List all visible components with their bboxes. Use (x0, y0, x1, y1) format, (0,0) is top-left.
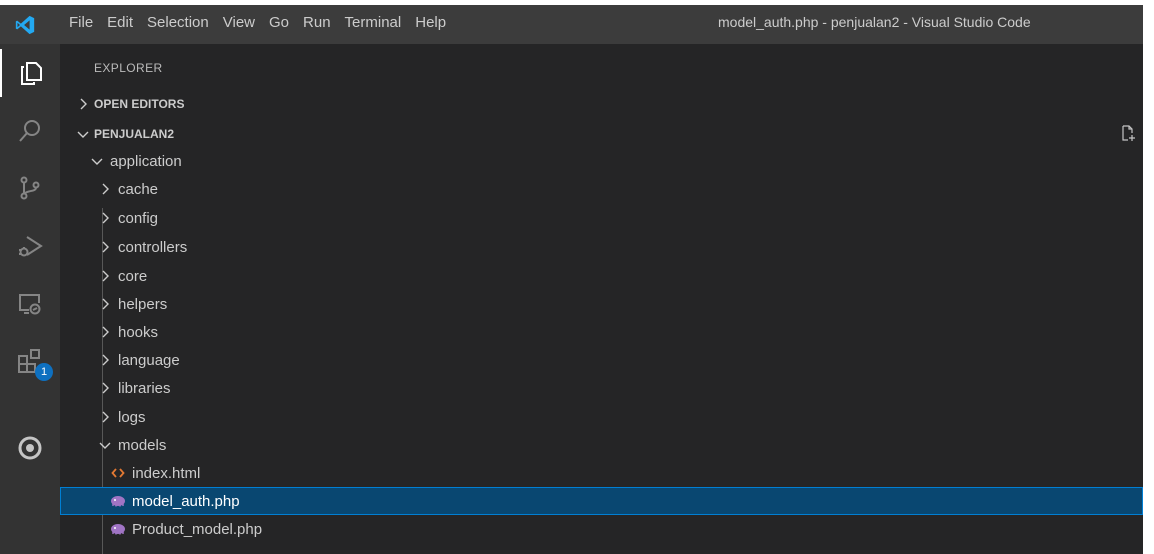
chevron-down-icon (77, 131, 89, 138)
section-project-label: PENJUALAN2 (94, 127, 175, 141)
extensions-badge: 1 (35, 363, 53, 381)
tree-item-label: cache (118, 180, 159, 198)
activity-extensions[interactable]: 1 (0, 337, 60, 385)
remote-explorer-icon (19, 294, 41, 315)
chevron-down-icon (91, 158, 103, 165)
new-file-icon[interactable] (1119, 124, 1137, 142)
activity-bar: 1 (0, 44, 60, 554)
tree-item-label: logs (118, 408, 146, 426)
tree-file-product-model-php[interactable]: Product_model.php (60, 515, 1143, 543)
tree-item-label: Product_model.php (132, 520, 263, 538)
chevron-right-icon (102, 183, 109, 195)
tree-folder-controllers[interactable]: controllers (60, 233, 1143, 261)
files-icon (21, 62, 42, 85)
activity-source-control[interactable] (0, 164, 60, 212)
chevron-down-icon (99, 442, 111, 449)
php-file-icon (110, 495, 126, 507)
tree-item-label: libraries (118, 379, 171, 397)
tree-item-label: language (118, 351, 180, 369)
tree-item-label: models (118, 436, 167, 454)
tree-folder-logs[interactable]: logs (60, 403, 1143, 431)
chevron-right-icon (102, 212, 109, 224)
activity-remote-explorer[interactable] (0, 280, 60, 328)
tree-folder-cache[interactable]: cache (60, 175, 1143, 203)
chevron-right-icon (102, 326, 109, 338)
tree-item-label: helpers (118, 295, 168, 313)
tree-item-label: controllers (118, 238, 188, 256)
activity-search[interactable] (0, 107, 60, 155)
menu-bar: File Edit Selection View Go Run Terminal… (62, 11, 453, 34)
tree-folder-libraries[interactable]: libraries (60, 374, 1143, 402)
tree-item-label: hooks (118, 323, 159, 341)
menu-view[interactable]: View (216, 11, 262, 34)
chevron-right-icon (102, 298, 109, 310)
chevron-right-icon (102, 354, 109, 366)
chevron-right-icon (102, 241, 109, 253)
activity-explorer[interactable] (0, 49, 60, 97)
chevron-right-icon (80, 98, 87, 110)
activity-run-debug[interactable] (0, 222, 60, 270)
tree-item-label: index.html (132, 464, 201, 482)
menu-selection[interactable]: Selection (140, 11, 216, 34)
target-icon (18, 436, 42, 460)
menu-terminal[interactable]: Terminal (338, 11, 409, 34)
section-open-editors[interactable]: OPEN EDITORS (60, 92, 1143, 116)
tree-folder-helpers[interactable]: helpers (60, 290, 1143, 318)
php-file-icon (110, 523, 126, 535)
tree-file-model-auth-php[interactable]: model_auth.php (60, 487, 1143, 515)
chevron-right-icon (102, 382, 109, 394)
run-debug-icon (19, 236, 43, 257)
search-icon (19, 120, 40, 142)
menu-help[interactable]: Help (408, 11, 453, 34)
section-open-editors-label: OPEN EDITORS (94, 97, 185, 111)
tree-folder-core[interactable]: core (60, 262, 1143, 290)
html-file-icon (110, 467, 126, 479)
title-bar: File Edit Selection View Go Run Terminal… (0, 0, 1143, 44)
tree-folder-application[interactable]: application (60, 147, 1143, 175)
chevron-right-icon (102, 411, 109, 423)
tree-item-label: core (118, 267, 148, 285)
tree-file-index-html[interactable]: index.html (60, 459, 1143, 487)
window-title: model_auth.php - penjualan2 - Visual Stu… (718, 14, 1031, 30)
source-control-icon (20, 176, 40, 200)
menu-edit[interactable]: Edit (100, 11, 140, 34)
title-bar-top-strip (0, 0, 1143, 5)
tree-folder-config[interactable]: config (60, 204, 1143, 232)
vscode-window: File Edit Selection View Go Run Terminal… (0, 0, 1143, 554)
section-project[interactable]: PENJUALAN2 (60, 122, 1143, 146)
tree-folder-models[interactable]: models (60, 431, 1143, 459)
vscode-logo-icon (15, 15, 35, 35)
explorer-title: EXPLORER (94, 61, 163, 75)
tree-item-label: model_auth.php (132, 492, 240, 510)
chevron-right-icon (102, 270, 109, 282)
menu-go[interactable]: Go (262, 11, 296, 34)
tree-item-label: application (110, 152, 182, 170)
menu-run[interactable]: Run (296, 11, 338, 34)
menu-file[interactable]: File (62, 11, 100, 34)
activity-target[interactable] (0, 424, 60, 472)
tree-folder-hooks[interactable]: hooks (60, 318, 1143, 346)
tree-item-label: config (118, 209, 159, 227)
tree-folder-language[interactable]: language (60, 346, 1143, 374)
explorer-panel: EXPLORER OPEN EDITORS PENJUALAN2 applica… (60, 44, 1143, 554)
